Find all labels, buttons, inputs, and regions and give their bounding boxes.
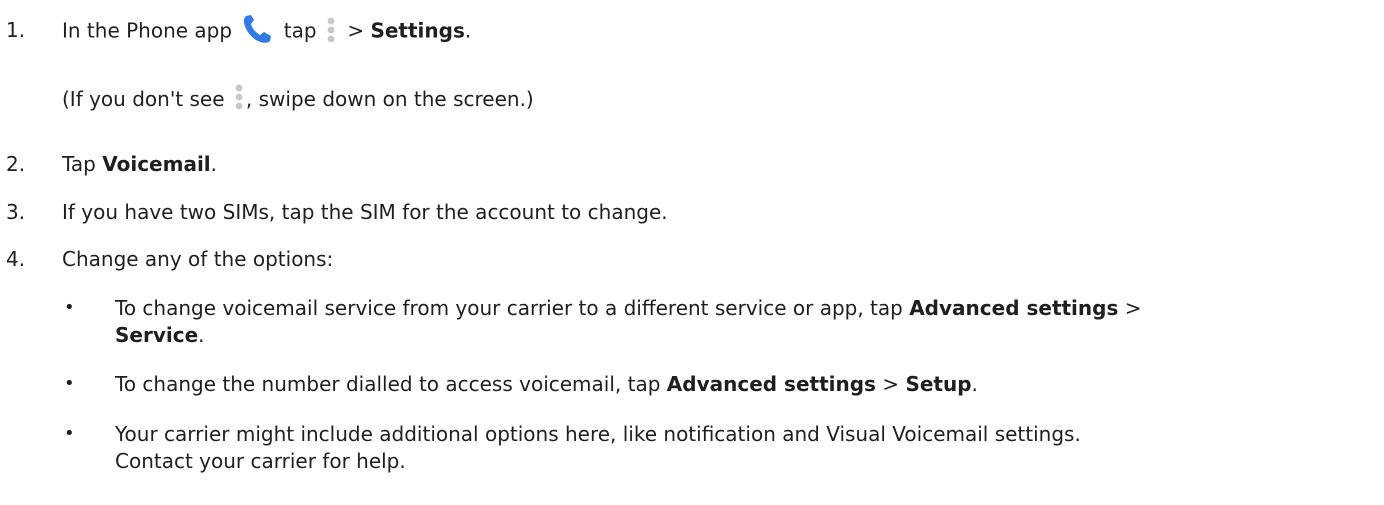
settings-label: Settings [370,18,465,43]
step-text: Change any of the options: [62,247,334,271]
bullet-text: Service. [115,323,205,347]
bullet-mark: • [64,373,75,394]
step-number: 2. [6,152,26,176]
step-text: In the Phone app tap > Settings. [62,15,471,47]
service-label: Service [115,323,199,347]
bullet-mark: • [64,423,75,444]
step-number: 4. [6,247,26,271]
more-vert-icon [235,84,243,109]
note-text: (If you don't see , swipe down on the sc… [62,84,534,115]
step-text: If you have two SIMs, tap the SIM for th… [62,200,668,224]
phone-icon [244,15,272,43]
advanced-settings-label: Advanced settings [666,372,876,396]
more-vert-icon [327,17,335,43]
voicemail-label: Voicemail [102,152,211,176]
bullet-text: To change voicemail service from your ca… [115,296,1142,320]
bullet-mark: • [64,297,75,318]
step-number: 3. [6,200,26,224]
advanced-settings-label: Advanced settings [909,296,1119,320]
bullet-text: Contact your carrier for help. [115,449,406,473]
setup-label: Setup [905,372,972,396]
bullet-text: To change the number dialled to access v… [115,372,978,396]
step-text: Tap Voicemail. [62,152,218,176]
step-number: 1. [6,18,26,42]
bullet-text: Your carrier might include additional op… [115,422,1081,446]
